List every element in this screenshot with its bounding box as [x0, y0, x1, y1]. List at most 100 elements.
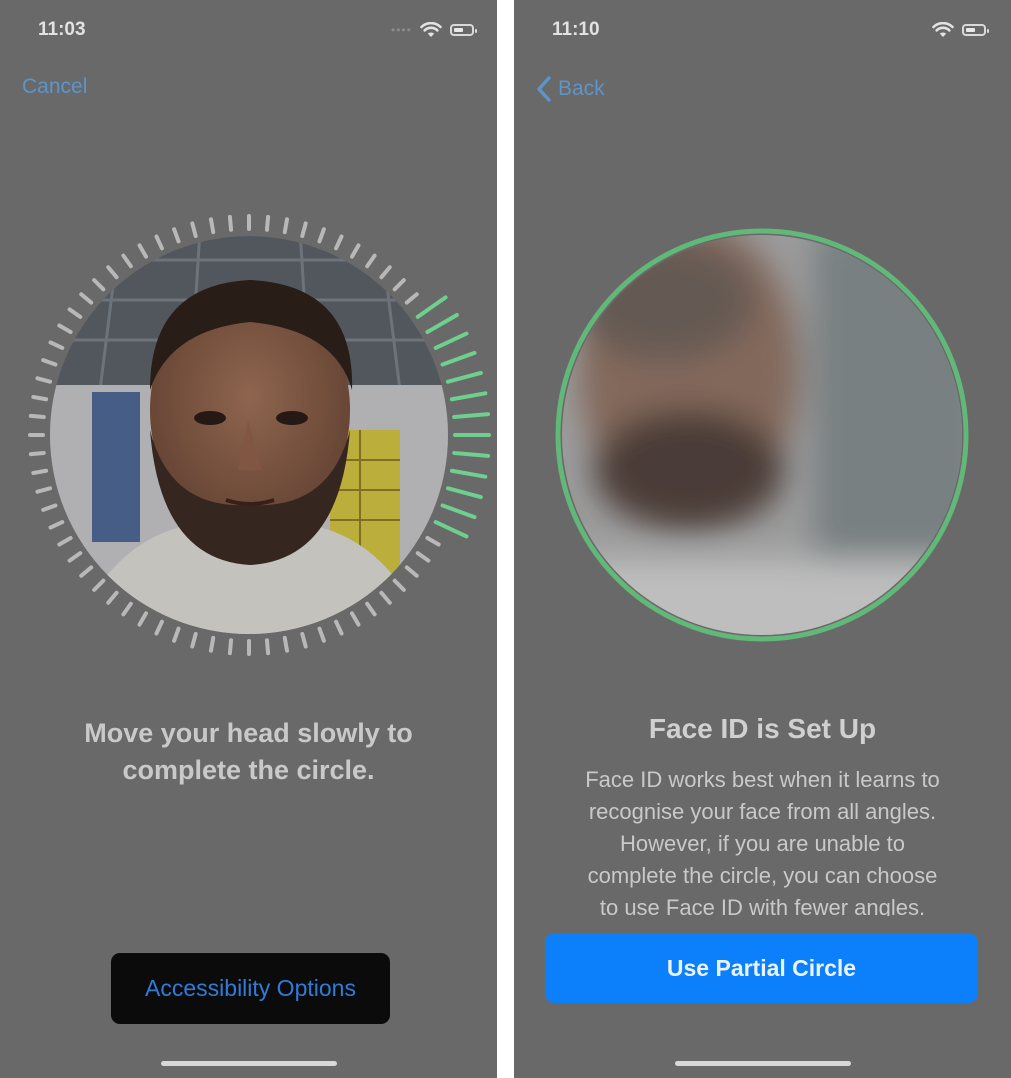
progress-tick: [190, 631, 198, 649]
progress-tick: [415, 551, 431, 563]
progress-tick: [264, 638, 271, 656]
progress-tick: [317, 227, 326, 244]
progress-tick: [392, 278, 406, 292]
progress-tick: [227, 638, 234, 656]
progress-tick: [57, 323, 73, 334]
status-time: 11:10: [552, 19, 600, 40]
progress-tick-complete: [433, 520, 469, 539]
status-icons: ••••: [391, 20, 477, 40]
progress-tick: [350, 611, 361, 627]
progress-tick: [79, 565, 94, 578]
status-time: 11:03: [38, 19, 86, 40]
wifi-icon: [932, 22, 954, 37]
progress-tick: [31, 394, 49, 402]
progress-tick: [28, 413, 46, 420]
progress-tick: [121, 253, 133, 269]
battery-icon: [449, 24, 477, 36]
description-line: Face ID works best when it learns to: [585, 767, 940, 792]
progress-tick-complete: [445, 370, 483, 384]
cancel-button[interactable]: Cancel: [22, 75, 87, 99]
progress-tick: [172, 227, 181, 244]
progress-tick: [31, 468, 49, 476]
progress-tick: [137, 611, 148, 627]
phone-screen-left: 11:03 •••• Cancel Move your head slowly …: [0, 0, 497, 1078]
face-complete-graphic: [555, 228, 969, 642]
progress-tick: [365, 253, 377, 269]
face-scan-graphic: [28, 214, 491, 656]
home-indicator: [675, 1061, 851, 1066]
progress-tick: [379, 265, 392, 280]
progress-tick: [404, 292, 419, 305]
progress-tick: [334, 234, 344, 251]
description-line: to use Face ID with fewer angles.: [599, 895, 926, 916]
description-line: recognise your face from all angles.: [588, 799, 937, 824]
battery-icon: [962, 24, 989, 36]
wifi-icon: [420, 22, 442, 37]
progress-tick: [41, 358, 58, 367]
signal-dots-icon: ••••: [391, 23, 412, 37]
progress-tick: [92, 278, 106, 292]
progress-tick: [404, 565, 419, 578]
phone-screen-right: 11:10 Back Face ID is Set Up Face ID wor…: [514, 0, 1011, 1078]
progress-tick: [48, 520, 65, 530]
progress-tick: [154, 234, 164, 251]
progress-tick-complete: [452, 412, 491, 420]
progress-tick-complete: [440, 503, 477, 520]
progress-tick: [121, 601, 133, 617]
progress-tick: [317, 626, 326, 643]
progress-tick: [57, 536, 73, 547]
instruction-line-1: Move your head slowly to: [84, 718, 413, 748]
progress-tick: [392, 578, 406, 592]
progress-tick: [67, 551, 83, 563]
back-button[interactable]: Back: [536, 75, 605, 103]
progress-tick: [350, 243, 361, 259]
progress-tick: [208, 217, 216, 235]
progress-tick: [35, 376, 53, 384]
progress-tick: [106, 590, 119, 605]
progress-tick: [282, 635, 290, 653]
progress-tick: [208, 635, 216, 653]
progress-tick: [282, 217, 290, 235]
progress-tick: [425, 536, 441, 547]
progress-tick-complete: [433, 331, 469, 350]
progress-tick: [227, 214, 234, 232]
progress-tick-complete: [452, 450, 491, 458]
progress-tick-complete: [425, 313, 459, 334]
progress-tick: [35, 486, 53, 494]
setup-title: Face ID is Set Up: [648, 713, 877, 744]
progress-tick: [106, 265, 119, 280]
accessibility-options-button[interactable]: Accessibility Options: [111, 953, 390, 1024]
progress-tick: [172, 626, 181, 643]
description-line: complete the circle, you can choose: [587, 863, 938, 888]
description-line: However, if you are unable to: [620, 831, 905, 856]
progress-tick: [300, 631, 308, 649]
home-indicator: [161, 1061, 337, 1066]
progress-tick: [67, 307, 83, 319]
progress-tick: [79, 292, 94, 305]
progress-tick-complete: [445, 486, 483, 500]
progress-tick: [48, 340, 65, 350]
progress-tick: [300, 221, 308, 239]
progress-tick: [154, 619, 164, 636]
progress-tick: [264, 214, 271, 232]
progress-tick-complete: [440, 350, 477, 367]
progress-tick-complete: [415, 295, 448, 319]
progress-tick: [334, 619, 344, 636]
progress-tick: [28, 450, 46, 457]
progress-tick: [92, 578, 106, 592]
chevron-left-icon: [537, 76, 551, 102]
progress-tick: [365, 601, 377, 617]
setup-description: Face ID works best when it learns to rec…: [549, 764, 976, 916]
progress-tick: [137, 243, 148, 259]
camera-preview: [50, 236, 448, 634]
progress-tick-complete: [449, 468, 488, 479]
blurred-camera-preview: [562, 235, 962, 635]
progress-tick: [41, 503, 58, 512]
instruction-line-2: complete the circle.: [122, 755, 375, 785]
progress-tick: [379, 590, 392, 605]
back-label: Back: [558, 77, 605, 100]
progress-tick: [190, 221, 198, 239]
status-icons: [932, 20, 989, 40]
use-partial-circle-button[interactable]: Use Partial Circle: [545, 933, 978, 1003]
progress-tick-complete: [449, 391, 488, 402]
